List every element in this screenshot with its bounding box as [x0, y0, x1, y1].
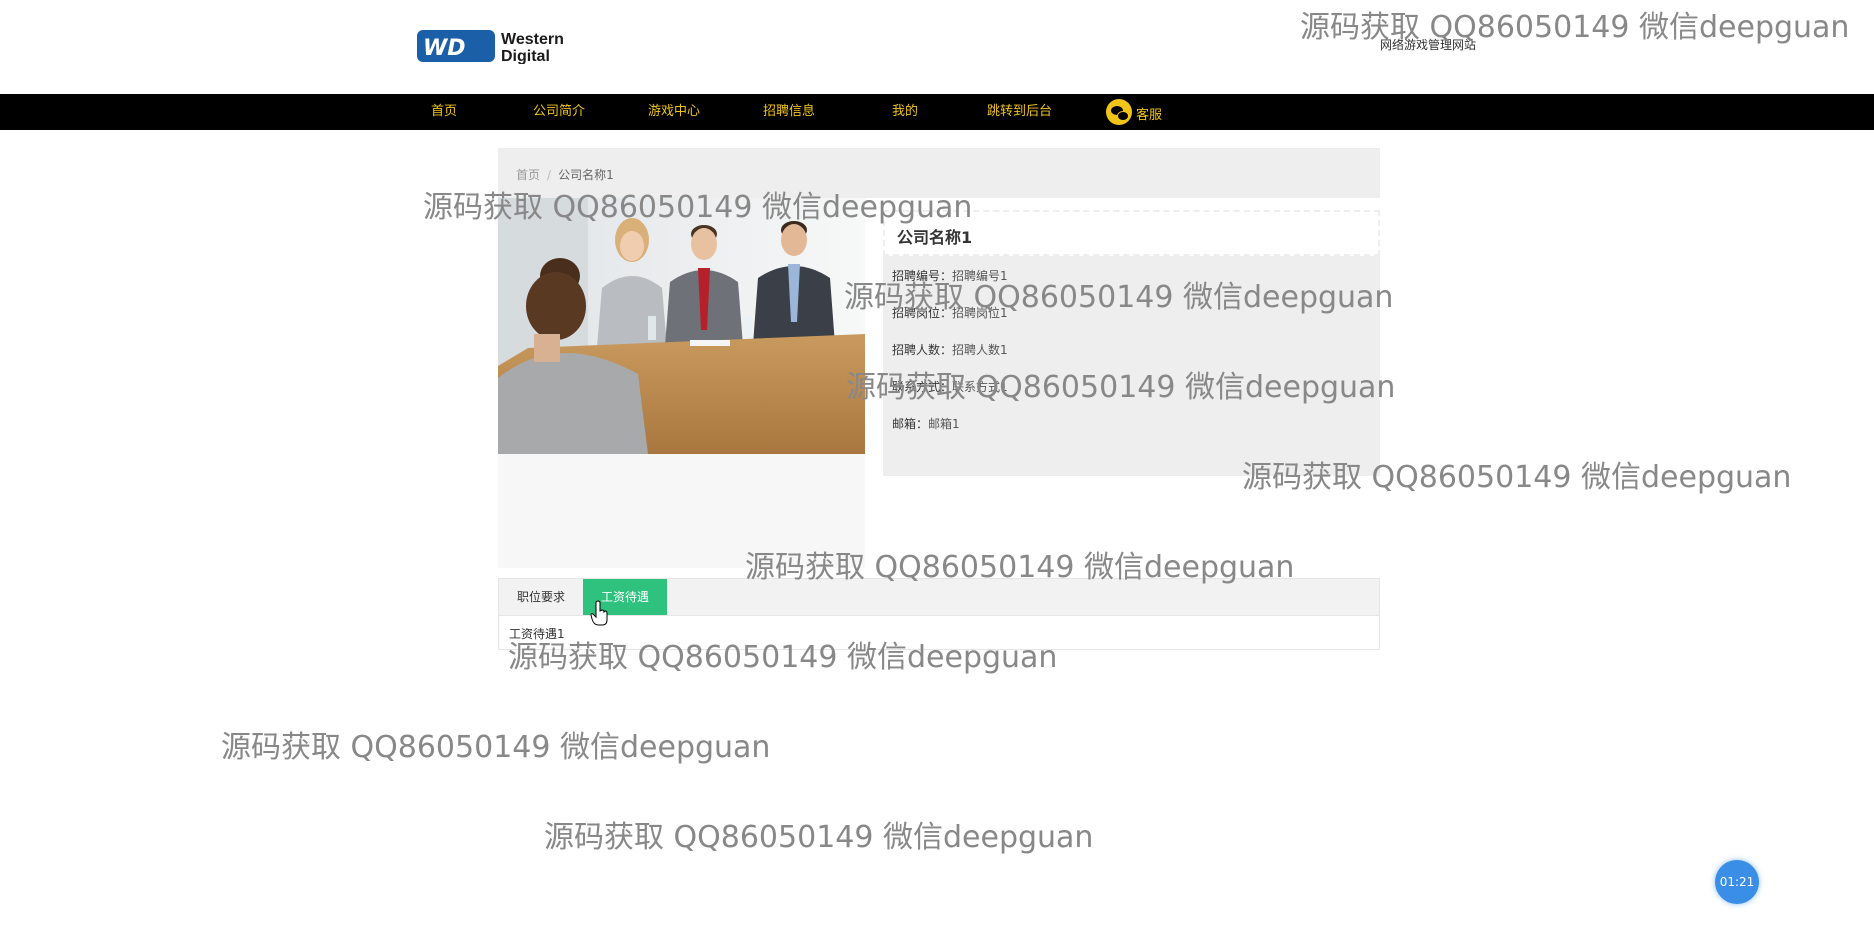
hand-cursor-icon	[590, 600, 608, 626]
western-digital-logo[interactable]: WD Western Digital	[417, 28, 589, 64]
company-title-box: 公司名称1	[883, 210, 1380, 256]
nav-item-company-intro[interactable]: 公司简介	[533, 94, 585, 130]
info-label: 招聘编号：	[892, 269, 953, 283]
breadcrumb-bar: 首页 / 公司名称1	[498, 148, 1380, 198]
site-header: WD Western Digital 网络游戏管理网站	[0, 0, 1874, 94]
site-subtitle: 网络游戏管理网站	[1380, 38, 1477, 52]
info-recruit-number: 招聘编号：招聘编号1	[892, 267, 1008, 284]
info-value: 邮箱1	[928, 417, 960, 431]
nav-item-recruitment[interactable]: 招聘信息	[763, 94, 815, 130]
info-label: 招聘人数：	[892, 343, 953, 357]
info-value: 招聘岗位1	[952, 306, 1008, 320]
tab-bar: 职位要求 工资待遇	[499, 579, 1379, 616]
timer-badge[interactable]: 01:21	[1715, 860, 1759, 904]
detail-tabs: 职位要求 工资待遇 工资待遇1	[498, 578, 1380, 650]
nav-item-home[interactable]: 首页	[431, 94, 457, 130]
svg-text:WD: WD	[423, 36, 466, 61]
watermark: 源码获取 QQ86050149 微信deepguan	[221, 730, 771, 765]
info-email: 邮箱：邮箱1	[892, 415, 960, 432]
nav-item-game-center[interactable]: 游戏中心	[648, 94, 700, 130]
info-label: 邮箱：	[892, 417, 929, 431]
info-recruit-count: 招聘人数：招聘人数1	[892, 341, 1008, 358]
nav-item-admin[interactable]: 跳转到后台	[987, 94, 1052, 130]
tab-job-requirements[interactable]: 职位要求	[499, 579, 583, 615]
info-recruit-position: 招聘岗位：招聘岗位1	[892, 304, 1008, 321]
info-value: 招聘编号1	[952, 269, 1008, 283]
company-info-panel: 公司名称1 招聘编号：招聘编号1 招聘岗位：招聘岗位1 招聘人数：招聘人数1 联…	[883, 210, 1380, 476]
nav-item-mine[interactable]: 我的	[892, 94, 918, 130]
company-name: 公司名称1	[897, 228, 973, 247]
nav-item-service-label: 客服	[1136, 108, 1163, 123]
info-value: 联系方式1	[952, 380, 1008, 394]
info-label: 联系方式：	[892, 380, 953, 394]
info-label: 招聘岗位：	[892, 306, 953, 320]
main-nav: 首页 公司简介 游戏中心 招聘信息 我的 跳转到后台 客服	[0, 94, 1874, 130]
logo-text-line1: Western	[501, 31, 564, 48]
wechat-icon	[1106, 99, 1132, 125]
tab-content: 工资待遇1	[509, 627, 565, 641]
interview-photo	[498, 198, 865, 454]
breadcrumb-separator: /	[547, 168, 552, 182]
breadcrumb-home[interactable]: 首页	[516, 168, 540, 182]
breadcrumb-current: 公司名称1	[558, 168, 614, 182]
logo-text-line2: Digital	[501, 48, 550, 64]
breadcrumb: 首页 / 公司名称1	[516, 166, 614, 183]
info-value: 招聘人数1	[952, 343, 1008, 357]
company-image-panel	[498, 198, 865, 568]
watermark: 源码获取 QQ86050149 微信deepguan	[544, 820, 1094, 855]
nav-item-customer-service[interactable]: 客服	[1106, 94, 1162, 130]
info-contact: 联系方式：联系方式1	[892, 378, 1008, 395]
